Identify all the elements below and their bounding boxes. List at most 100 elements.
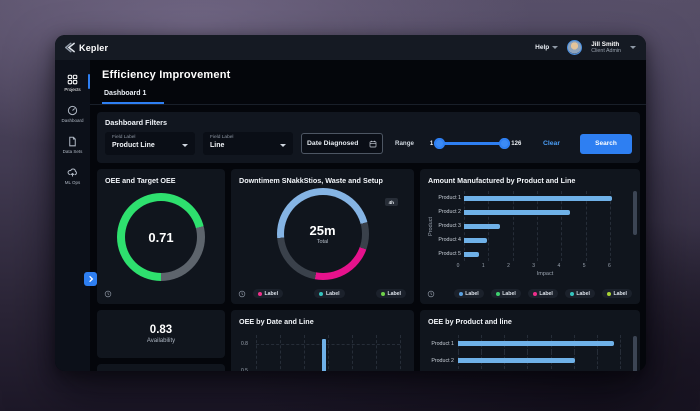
table-row: Product 1 bbox=[428, 335, 620, 352]
top-bar: Kepler Help Jill Smith Client Admin bbox=[55, 35, 646, 60]
gridline bbox=[561, 191, 562, 261]
category-label: Product 3 bbox=[434, 219, 464, 233]
downtime-donut-chart: 25m Total bbox=[277, 188, 369, 280]
gridline bbox=[537, 191, 538, 261]
slider-track[interactable] bbox=[439, 142, 505, 145]
kpi-label: Availability bbox=[147, 338, 175, 344]
kpi-column: 0.83 Availability bbox=[97, 310, 225, 371]
clear-button[interactable]: Clear bbox=[543, 140, 560, 147]
y-tick-label: 0.5 bbox=[241, 368, 248, 371]
card-amount-manufactured: Amount Manufactured by Product and Line … bbox=[420, 169, 640, 304]
legend-item[interactable]: Label bbox=[454, 289, 484, 298]
x-tick-label: 1 bbox=[482, 263, 485, 269]
gridline bbox=[586, 191, 587, 261]
history-clock-icon[interactable] bbox=[427, 290, 435, 298]
select-value: Line bbox=[210, 142, 286, 149]
user-menu-chevron-icon[interactable] bbox=[630, 46, 636, 49]
legend-dot-icon bbox=[496, 292, 500, 296]
y-axis-label: Product bbox=[428, 217, 434, 236]
gridline bbox=[513, 191, 514, 261]
slider-handle-min[interactable] bbox=[434, 138, 445, 149]
gridline bbox=[280, 335, 281, 371]
chevron-down-icon bbox=[280, 144, 286, 147]
tab-dashboard-1[interactable]: Dashboard 1 bbox=[102, 86, 164, 104]
plot-area bbox=[458, 335, 620, 352]
card-title: OEE by Product and line bbox=[428, 317, 632, 326]
cards-row-1: OEE and Target OEE 0.71 Downtimem SNakkS… bbox=[97, 169, 640, 304]
product-line-select[interactable]: Field Label Product Line bbox=[105, 132, 195, 155]
card-title: OEE and Target OEE bbox=[105, 176, 217, 185]
sidebar-item-data-sets[interactable]: Data Sets bbox=[55, 136, 90, 154]
category-label: Product 1 bbox=[434, 191, 464, 205]
filters-title: Dashboard Filters bbox=[105, 118, 632, 127]
legend-dot-icon bbox=[381, 292, 385, 296]
bar bbox=[464, 252, 479, 257]
legend-dot-icon bbox=[607, 292, 611, 296]
legend-label: Label bbox=[539, 291, 553, 297]
legend-label: Label bbox=[265, 291, 279, 297]
legend-item[interactable]: Label bbox=[314, 289, 344, 298]
select-value: Product Line bbox=[112, 142, 188, 149]
cards-row-2: 0.83 Availability OEE by Date and Line 0… bbox=[97, 310, 640, 371]
history-clock-icon[interactable] bbox=[238, 290, 246, 298]
select-label: Field Label bbox=[112, 135, 188, 140]
x-tick-label: 0 bbox=[457, 263, 460, 269]
x-tick-label: 2 bbox=[507, 263, 510, 269]
page-title: Efficiency Improvement bbox=[102, 69, 634, 81]
card-title: Amount Manufactured by Product and Line bbox=[428, 176, 632, 185]
card-title: OEE by Date and Line bbox=[239, 317, 406, 326]
sidebar-expand-button[interactable] bbox=[84, 272, 97, 286]
select-label: Field Label bbox=[210, 135, 286, 140]
sidebar-item-ml-ops[interactable]: ML Ops bbox=[55, 167, 90, 185]
plot-area bbox=[458, 352, 620, 369]
x-tick-label: 3 bbox=[532, 263, 535, 269]
user-role: Client Admin bbox=[591, 48, 621, 54]
gauge-icon bbox=[67, 105, 78, 116]
sidebar-item-dashboard[interactable]: Dashboard bbox=[55, 105, 90, 123]
date-diagnosed-input[interactable]: Date Diagnosed bbox=[301, 133, 383, 154]
gridline bbox=[328, 335, 329, 371]
oee-gauge-chart: 0.71 bbox=[117, 193, 205, 281]
help-label: Help bbox=[535, 44, 549, 51]
topbar-actions: Help Jill Smith Client Admin bbox=[535, 40, 636, 55]
sidebar-item-label: Data Sets bbox=[63, 149, 83, 154]
tab-bar: Dashboard 1 bbox=[90, 86, 646, 105]
bar bbox=[458, 358, 575, 363]
legend-item[interactable]: Label bbox=[491, 289, 521, 298]
kepler-logo-icon bbox=[65, 42, 76, 53]
avatar[interactable] bbox=[567, 40, 582, 55]
sidebar-item-projects[interactable]: Projects bbox=[55, 74, 90, 92]
history-clock-icon[interactable] bbox=[104, 290, 112, 298]
help-menu[interactable]: Help bbox=[535, 44, 558, 51]
legend-item[interactable]: Label bbox=[376, 289, 406, 298]
chart-scrollbar[interactable] bbox=[633, 191, 637, 235]
card-oee-by-date: OEE by Date and Line 0.80.5 bbox=[231, 310, 414, 371]
x-axis-ticks: 0123456 bbox=[458, 263, 622, 270]
sidebar-item-label: Dashboard bbox=[61, 118, 83, 123]
card-availability: 0.83 Availability bbox=[97, 310, 225, 358]
legend-label: Label bbox=[576, 291, 590, 297]
gridline bbox=[400, 335, 401, 371]
card-partial bbox=[97, 364, 225, 371]
chart-legend: Label Label Label bbox=[253, 289, 406, 298]
calendar-icon bbox=[369, 140, 377, 148]
donut-value-chip: 4h bbox=[385, 198, 398, 206]
table-row: Product 2 bbox=[428, 352, 620, 369]
chart-scrollbar[interactable] bbox=[633, 336, 637, 371]
legend-item[interactable]: Label bbox=[565, 289, 595, 298]
window-body: Projects Dashboard Data Sets ML Ops Efficie… bbox=[55, 60, 646, 371]
x-tick-label: 4 bbox=[558, 263, 561, 269]
card-downtime: Downtimem SNakkStios, Waste and Setup 4h… bbox=[231, 169, 414, 304]
search-button[interactable]: Search bbox=[580, 134, 632, 154]
gridline bbox=[610, 191, 611, 261]
grid-icon bbox=[67, 74, 78, 85]
gauge-value: 0.71 bbox=[148, 230, 173, 245]
legend-item[interactable]: Label bbox=[528, 289, 558, 298]
legend-item[interactable]: Label bbox=[253, 289, 283, 298]
slider-handle-max[interactable] bbox=[499, 138, 510, 149]
amount-bar-chart: Product Product 1Product 2Product 3Produ… bbox=[428, 191, 632, 261]
legend-item[interactable]: Label bbox=[602, 289, 632, 298]
dashboard-content: Dashboard Filters Field Label Product Li… bbox=[90, 105, 646, 371]
app-logo[interactable]: Kepler bbox=[65, 42, 108, 53]
line-select[interactable]: Field Label Line bbox=[203, 132, 293, 155]
